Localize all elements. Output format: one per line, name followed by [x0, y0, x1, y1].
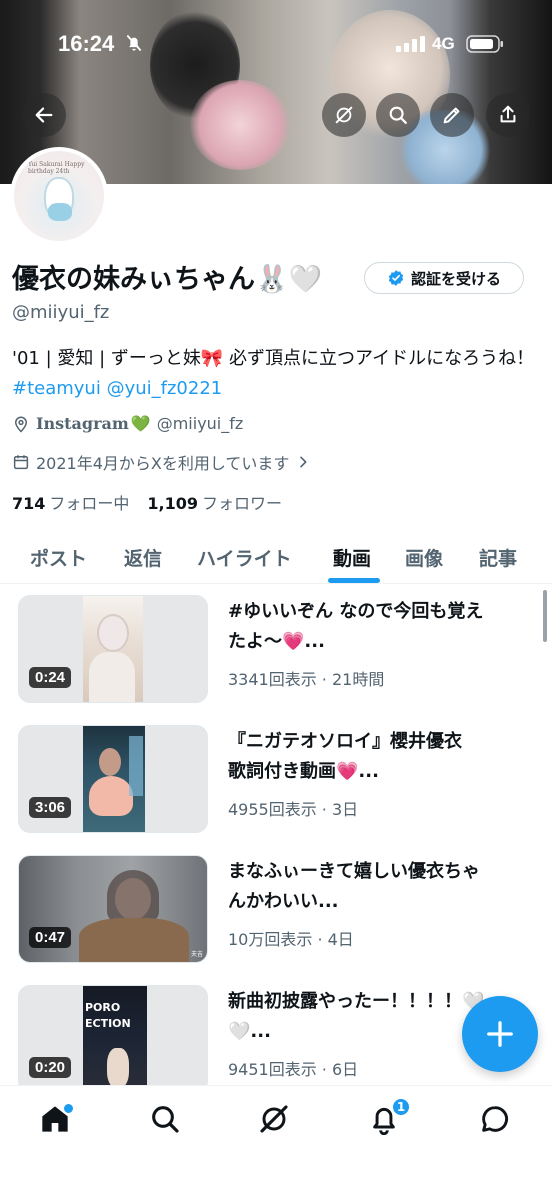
following-count: 714: [12, 494, 46, 513]
chevron-right-icon: [300, 456, 307, 468]
video-title-line: 『ニガテオソロイ』櫻井優衣: [228, 731, 462, 752]
video-title: #ゆいいぞん なので今回も覚え たよ〜💗...: [228, 597, 528, 657]
video-meta: 9451回表示 · 6日: [228, 1060, 359, 1079]
location-handle: @miiyui_fz: [156, 414, 244, 433]
joined-date: 2021年4月からXを利用しています: [36, 454, 290, 473]
search-icon[interactable]: [149, 1103, 181, 1135]
video-title-line: 歌詞付き動画💗...: [228, 761, 379, 782]
user-handle: @miiyui_fz: [12, 302, 110, 323]
video-title-line: #ゆいいぞん なので今回も覚え: [228, 601, 484, 622]
tab-replies[interactable]: 返信: [124, 530, 162, 584]
video-duration: 3:06: [29, 797, 72, 818]
thumbnail-watermark: 夫吉: [190, 951, 203, 958]
list-item[interactable]: 夫吉 0:47 まなふぃーきて嬉しい優衣ちゃ んかわいい... 10万回表示 ·…: [0, 855, 552, 973]
network-type: 4G: [432, 34, 455, 53]
signal-icon: [396, 36, 425, 52]
notification-badge: 1: [391, 1097, 411, 1117]
active-tab-indicator: [328, 578, 380, 583]
plus-icon: [487, 1021, 513, 1047]
avatar-image: Yui Sakurai Happy birthday 24th: [14, 151, 104, 241]
compose-button[interactable]: [462, 996, 538, 1072]
back-arrow-icon: [35, 107, 53, 123]
status-bar: 16:24 4G: [0, 0, 552, 90]
video-title-line: んかわいい...: [228, 891, 339, 912]
video-title-line: まなふぃーきて嬉しい優衣ちゃ: [228, 861, 480, 882]
location-heart: 💚: [130, 414, 151, 433]
location-row: Instagram 💚 @miiyui_fz: [12, 414, 243, 433]
grok-icon: [335, 106, 353, 124]
location-pin-icon: [14, 416, 28, 433]
edit-pen-icon: [443, 107, 460, 124]
bio: '01 | 愛知 | ずーっと妹🎀 必ず頂点に立つアイドルになろうね！ #team…: [12, 344, 537, 404]
video-title: まなふぃーきて嬉しい優衣ちゃ んかわいい...: [228, 857, 528, 917]
list-item[interactable]: 0:24 #ゆいいぞん なので今回も覚え たよ〜💗... 3341回表示 · 2…: [0, 595, 552, 713]
avatar[interactable]: Yui Sakurai Happy birthday 24th: [10, 147, 108, 245]
tab-articles[interactable]: 記事: [479, 530, 517, 584]
video-thumbnail[interactable]: 0:24: [18, 595, 208, 703]
home-unread-dot: [64, 1104, 73, 1113]
edit-button[interactable]: [430, 93, 474, 137]
messages-icon[interactable]: [479, 1103, 511, 1135]
joined-row[interactable]: 2021年4月からXを利用しています: [12, 450, 311, 474]
video-thumbnail[interactable]: PORO ECTION 0:20: [18, 985, 208, 1093]
status-time: 16:24: [58, 31, 115, 56]
tab-videos[interactable]: 動画: [333, 530, 371, 584]
share-icon: [500, 105, 516, 123]
avatar-caption: Yui Sakurai Happy birthday 24th: [28, 161, 85, 175]
tab-highlights[interactable]: ハイライト: [197, 530, 292, 584]
list-item[interactable]: 3:06 『ニガテオソロイ』櫻井優衣 歌詞付き動画💗... 4955回表示 · …: [0, 725, 552, 843]
search-icon: [389, 106, 407, 124]
followers-count: 1,109: [147, 494, 199, 513]
back-button[interactable]: [22, 93, 66, 137]
followers-link[interactable]: 1,109 フォロワー: [147, 490, 282, 514]
thumbnail-overlay-text: PORO ECTION: [85, 1001, 131, 1030]
get-verified-button[interactable]: 認証を受ける: [364, 262, 524, 294]
video-meta: 3341回表示 · 21時間: [228, 670, 385, 689]
profile-tabs: ポスト 返信 ハイライト 動画 画像 記事: [0, 530, 552, 584]
mute-bell-icon: [126, 34, 142, 52]
grok-icon[interactable]: [258, 1103, 290, 1135]
verified-badge-icon: [388, 270, 404, 286]
video-meta: 10万回表示 · 4日: [228, 930, 354, 949]
share-button[interactable]: [486, 93, 530, 137]
bottom-nav: 1: [0, 1085, 552, 1200]
calendar-icon: [13, 455, 29, 470]
video-meta: 4955回表示 · 3日: [228, 800, 359, 819]
get-verified-label: 認証を受ける: [410, 269, 501, 288]
video-duration: 0:47: [29, 927, 72, 948]
grok-button[interactable]: [322, 93, 366, 137]
following-label: フォロー中: [49, 494, 130, 513]
display-name: 優衣の妹みぃちゃん🐰🤍: [12, 264, 323, 295]
video-title: 『ニガテオソロイ』櫻井優衣 歌詞付き動画💗...: [228, 727, 528, 787]
following-link[interactable]: 714 フォロー中: [12, 490, 129, 514]
bio-text: '01 | 愛知 | ずーっと妹🎀 必ず頂点に立つアイドルになろうね！: [12, 348, 535, 369]
bio-hashtag-link[interactable]: #teamyui: [12, 378, 101, 399]
search-button[interactable]: [376, 93, 420, 137]
video-thumbnail[interactable]: 夫吉 0:47: [18, 855, 208, 963]
video-duration: 0:20: [29, 1057, 72, 1078]
location-instagram-label: Instagram: [36, 414, 129, 433]
tab-posts[interactable]: ポスト: [30, 530, 87, 584]
battery-icon: [466, 35, 503, 53]
scrollbar[interactable]: [543, 590, 547, 642]
video-duration: 0:24: [29, 667, 72, 688]
video-thumbnail[interactable]: 3:06: [18, 725, 208, 833]
follow-stats: 714 フォロー中 1,109 フォロワー: [12, 490, 282, 514]
bio-mention-link[interactable]: @yui_fz0221: [107, 378, 223, 399]
tab-images[interactable]: 画像: [405, 530, 443, 584]
video-title-line: たよ〜💗...: [228, 631, 325, 652]
followers-label: フォロワー: [202, 494, 283, 513]
